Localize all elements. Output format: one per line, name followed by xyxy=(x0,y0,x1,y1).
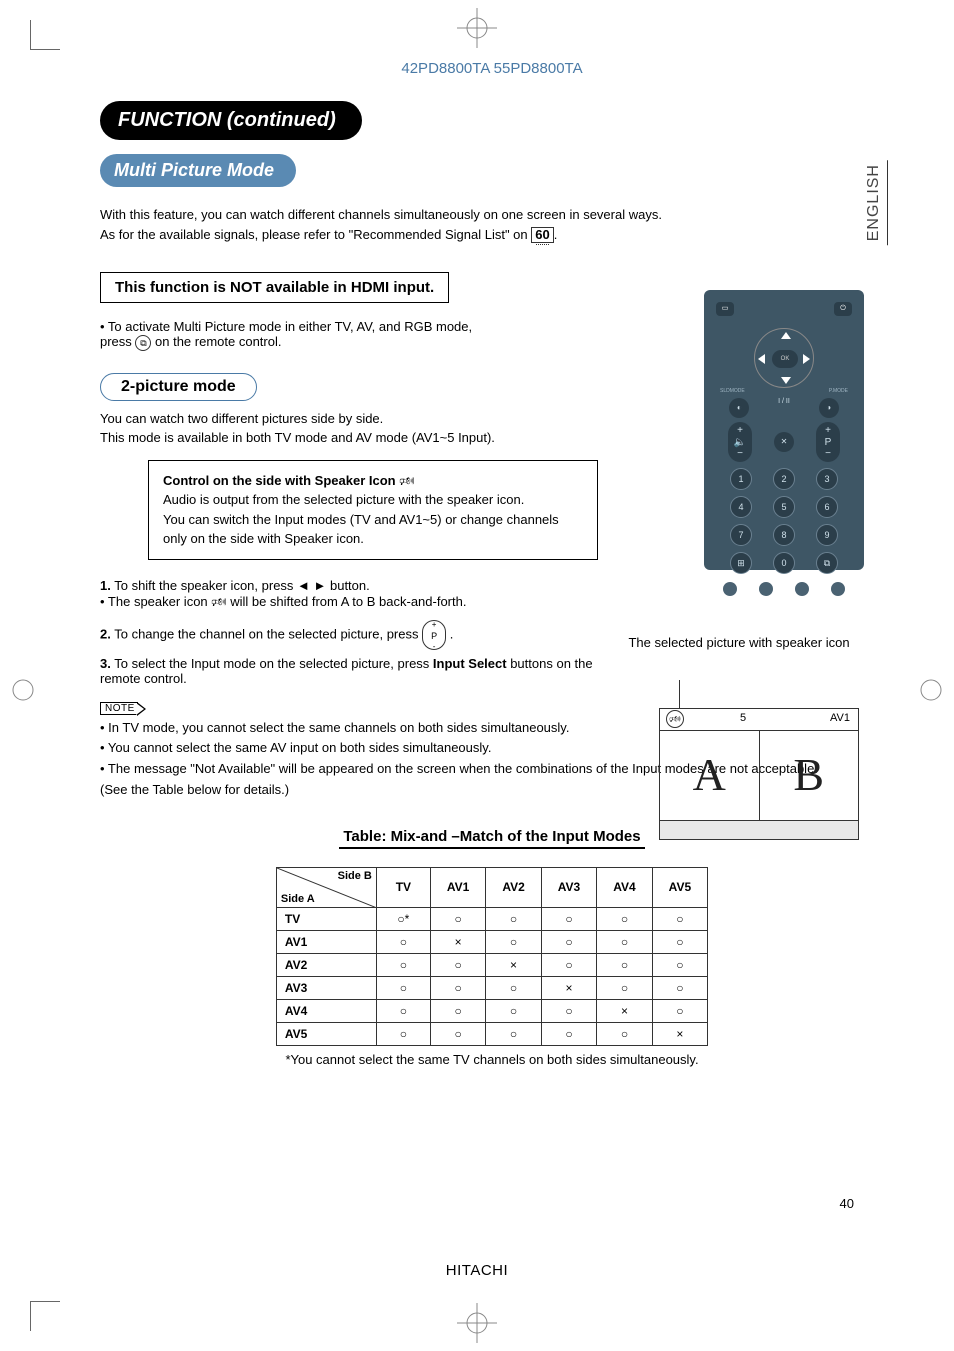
multipicture-button: ⧉ xyxy=(816,552,838,574)
program-rocker: +P− xyxy=(816,422,840,462)
num-5: 5 xyxy=(773,496,795,518)
table-section: Table: Mix-and –Match of the Input Modes… xyxy=(100,828,884,1067)
num-4: 4 xyxy=(730,496,752,518)
table-row: AV1○×○○○○ xyxy=(276,930,707,953)
speaker-control-box: Control on the side with Speaker Icon 🕬 … xyxy=(148,460,598,560)
remote-mode-button: ◐ xyxy=(729,398,749,418)
table-row: AV2○○×○○○ xyxy=(276,953,707,976)
arrow-down-icon xyxy=(781,377,791,384)
remote-i-ii-label: I / II xyxy=(772,398,796,418)
page-number: 40 xyxy=(840,1196,854,1211)
num-9: 9 xyxy=(816,524,838,546)
diagram-av: AV1 xyxy=(830,712,850,724)
col-header: AV5 xyxy=(652,867,707,907)
table-row: AV3○○○×○○ xyxy=(276,976,707,999)
col-header: AV4 xyxy=(597,867,652,907)
num-3: 3 xyxy=(816,468,838,490)
remote-bottom-buttons xyxy=(712,582,856,596)
language-tab: ENGLISH xyxy=(865,160,888,245)
col-header: TV xyxy=(376,867,430,907)
step-3: 3. To select the Input mode on the selec… xyxy=(100,656,620,686)
arrow-up-icon xyxy=(781,332,791,339)
remote-top-button: ⏻ xyxy=(834,302,852,316)
ok-button: OK xyxy=(772,350,798,368)
step-1: 1. To shift the speaker icon, press ◄ ► … xyxy=(100,578,620,614)
speaker-icon: 🕬 xyxy=(211,593,226,614)
table-footnote: *You cannot select the same TV channels … xyxy=(100,1052,884,1067)
remote-mode-button: ◑ xyxy=(819,398,839,418)
crop-mark xyxy=(30,1301,60,1331)
model-header: 42PD8800TA 55PD8800TA xyxy=(100,60,884,77)
hdmi-notice-box: This function is NOT available in HDMI i… xyxy=(100,272,449,303)
manual-page: 42PD8800TA 55PD8800TA ENGLISH FUNCTION (… xyxy=(0,0,954,1351)
page-reference: 60 xyxy=(531,227,553,243)
diagram-caption: The selected picture with speaker icon xyxy=(599,635,879,650)
steps-list: 1. To shift the speaker icon, press ◄ ► … xyxy=(100,578,620,686)
table-row: AV4○○○○×○ xyxy=(276,999,707,1022)
num-7: 7 xyxy=(730,524,752,546)
intro-line2b: . xyxy=(554,227,558,242)
section-title-function: FUNCTION (continued) xyxy=(100,101,362,140)
num-8: 8 xyxy=(773,524,795,546)
enter-button: ⊞ xyxy=(730,552,752,574)
table-title: Table: Mix-and –Match of the Input Modes xyxy=(339,828,644,849)
speaker-icon: 🕬 xyxy=(666,710,684,728)
subsection-2picture: 2-picture mode xyxy=(100,373,257,401)
table-row: AV5○○○○○× xyxy=(276,1022,707,1045)
diagram-channel: 5 xyxy=(740,712,746,724)
num-6: 6 xyxy=(816,496,838,518)
program-rocker-icon: P xyxy=(422,620,446,650)
intro-line2a: As for the available signals, please ref… xyxy=(100,227,531,242)
registration-mark xyxy=(3,670,43,710)
col-header: AV2 xyxy=(486,867,541,907)
inset-title: Control on the side with Speaker Icon xyxy=(163,473,399,488)
col-header: AV3 xyxy=(541,867,596,907)
intro-text: With this feature, you can watch differe… xyxy=(100,205,884,244)
num-0: 0 xyxy=(773,552,795,574)
volume-rocker: +🔈− xyxy=(728,422,752,462)
tv-diagram: 🕬 5 AV1 A B xyxy=(659,680,859,840)
brand-footer: HITACHI xyxy=(0,1262,954,1279)
table-row: TV○*○○○○○ xyxy=(276,907,707,930)
table-corner: Side B Side A xyxy=(276,867,376,907)
section-title-multipicture: Multi Picture Mode xyxy=(100,154,296,187)
multipicture-button-icon: ⧉ xyxy=(135,335,151,351)
num-2: 2 xyxy=(773,468,795,490)
col-header: AV1 xyxy=(430,867,485,907)
intro-line1: With this feature, you can watch differe… xyxy=(100,207,662,222)
registration-mark xyxy=(457,1303,497,1343)
arrow-left-icon xyxy=(758,354,765,364)
remote-dpad: OK xyxy=(754,328,814,388)
registration-mark xyxy=(911,670,951,710)
remote-top-button: ▭ xyxy=(716,302,734,316)
mute-button: ✕ xyxy=(774,432,794,452)
diagram-side-a: A xyxy=(660,731,760,820)
step-2: 2. To change the channel on the selected… xyxy=(100,620,620,650)
registration-mark xyxy=(457,8,497,48)
num-1: 1 xyxy=(730,468,752,490)
mix-match-table: Side B Side A TV AV1 AV2 AV3 AV4 AV5 TV○… xyxy=(276,867,708,1046)
crop-mark xyxy=(30,20,60,50)
speaker-icon: 🕬 xyxy=(399,472,414,490)
remote-illustration: ▭ ⏻ OK SLDMODE P.MODE ◐ I / II ◑ +🔈− ✕ +… xyxy=(704,290,864,570)
diagram-side-b: B xyxy=(760,731,859,820)
arrow-right-icon xyxy=(803,354,810,364)
note-label: NOTE xyxy=(100,702,138,715)
